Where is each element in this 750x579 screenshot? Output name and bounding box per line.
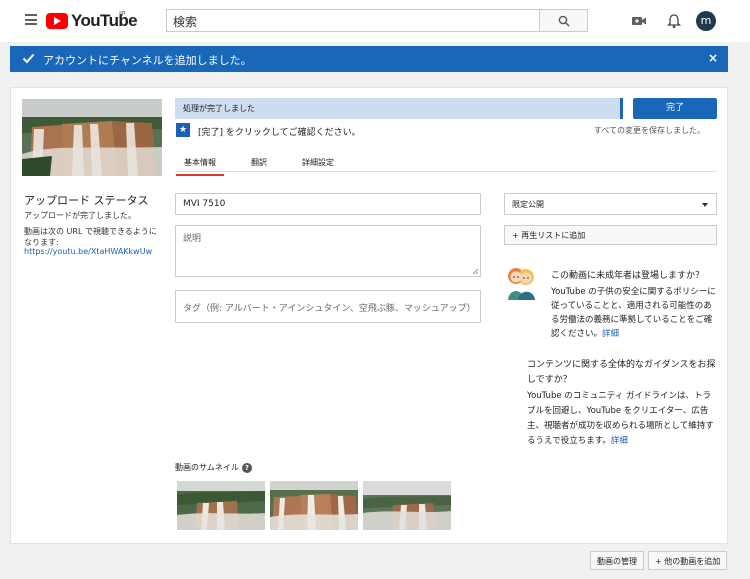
tab-translation[interactable]: 翻訳 (251, 157, 267, 168)
progress-text: 処理が完了しました (183, 104, 255, 113)
waterfall-preview-image (22, 99, 162, 176)
search-button[interactable] (539, 9, 588, 32)
tags-input[interactable]: タグ（例: アルバート・アインシュタイン、空飛ぶ豚、マッシュアップ） (175, 290, 481, 323)
tab-advanced-settings[interactable]: 詳細設定 (302, 157, 334, 168)
kids-policy-text: YouTube の子供の安全に関するポリシーに従っていることと、適用される可能性… (551, 285, 719, 341)
description-textarea[interactable]: 説明 (175, 225, 481, 277)
search-icon (558, 15, 570, 27)
guidance-question: コンテンツに関する全体的なガイダンスをお探しですか？ (527, 360, 716, 385)
processing-progress-bar: 処理が完了しました (175, 98, 623, 119)
upload-card: アップロード ステータス アップロードが完了しました。 動画は次の URL で視… (10, 87, 728, 544)
chevron-down-icon (702, 203, 708, 207)
search-input[interactable]: 検索 (166, 9, 540, 32)
kids-policy-body: YouTube の子供の安全に関するポリシーに従っていることと、適用される可能性… (551, 287, 716, 339)
top-bar: YouTube JP 検索 m (0, 0, 750, 42)
upload-status-done: アップロードが完了しました。 (24, 211, 136, 220)
kids-illustration-icon (508, 268, 535, 300)
guidance-text: YouTube のコミュニティ ガイドラインは、トラブルを回避し、YouTube… (527, 389, 717, 449)
notifications-bell-icon[interactable] (665, 12, 683, 30)
thumbnail-section-label: 動画のサムネイル? (175, 462, 252, 473)
hamburger-menu-icon[interactable] (25, 14, 37, 25)
title-input[interactable]: MVI 7510 (175, 193, 481, 215)
video-url-label: 動画は次の URL で視聴できるようになります: (24, 227, 157, 247)
video-url-link[interactable]: https://youtu.be/XtaHWAKkwUw (24, 247, 152, 256)
avatar[interactable]: m (696, 11, 716, 31)
tab-bar: 基本情報 翻訳 詳細設定 (175, 146, 717, 176)
description-placeholder: 説明 (183, 234, 202, 244)
done-hint: [完了] をクリックしてご確認ください。 (198, 128, 361, 138)
logo-region: JP (119, 10, 126, 18)
guidance-learn-more-link[interactable]: 詳細 (611, 436, 628, 446)
kids-learn-more-link[interactable]: 詳細 (602, 329, 619, 339)
kids-question: この動画に未成年者は登場しますか？ (551, 271, 705, 281)
youtube-play-icon (46, 13, 68, 29)
thumbnail-image (270, 481, 358, 530)
tab-basic-info[interactable]: 基本情報 (176, 157, 224, 176)
video-preview[interactable] (22, 99, 162, 176)
help-icon[interactable]: ? (241, 462, 252, 473)
create-video-icon[interactable] (630, 12, 648, 30)
banner-message: アカウントにチャンネルを追加しました。 (43, 54, 252, 67)
done-button[interactable]: 完了 (633, 98, 717, 119)
thumbnail-option-3[interactable] (363, 481, 451, 530)
thumbnail-label: 動画のサムネイル (175, 463, 239, 472)
privacy-select[interactable]: 限定公開 (504, 193, 717, 215)
thumbnail-option-2[interactable] (270, 481, 358, 530)
add-more-videos-button[interactable]: + 他の動画を追加 (648, 551, 728, 570)
thumbnail-image (363, 481, 451, 530)
upload-status-title: アップロード ステータス (24, 194, 149, 207)
star-icon: ★ (176, 123, 190, 137)
manage-videos-button[interactable]: 動画の管理 (590, 551, 644, 570)
thumbnail-image (177, 481, 265, 530)
thumbnail-option-1[interactable] (177, 481, 265, 530)
logo-text: YouTube (71, 11, 138, 30)
close-icon[interactable]: × (708, 51, 718, 65)
notification-banner: アカウントにチャンネルを追加しました。 × (10, 46, 728, 72)
saved-status: すべての変更を保存しました。 (593, 126, 705, 135)
resize-handle-icon[interactable] (472, 268, 479, 275)
privacy-value: 限定公開 (512, 200, 544, 209)
check-icon (22, 53, 35, 64)
add-to-playlist-button[interactable]: + 再生リストに追加 (504, 225, 717, 245)
